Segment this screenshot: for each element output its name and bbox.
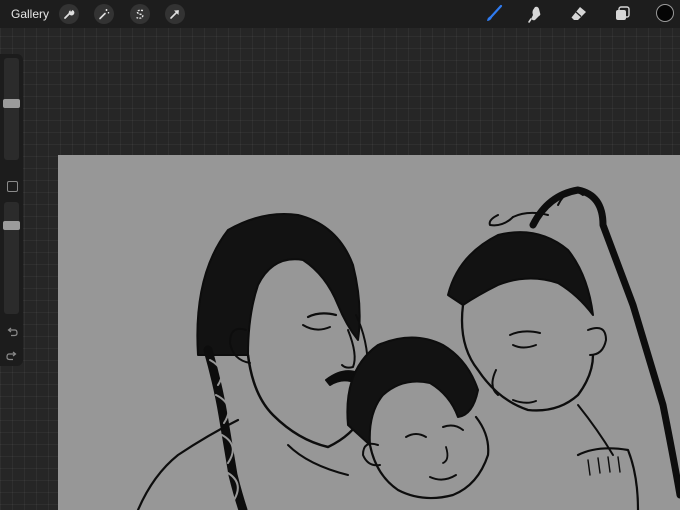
wrench-icon (64, 9, 75, 19)
brush-tool[interactable] (483, 3, 505, 25)
adjustments-button[interactable] (94, 4, 114, 24)
drawing-canvas[interactable] (58, 155, 680, 510)
eraser-icon (571, 7, 586, 20)
brush-size-slider[interactable] (3, 58, 20, 160)
brush-icon (487, 4, 503, 21)
modifier-button[interactable] (7, 181, 18, 192)
layers-button[interactable] (611, 3, 633, 25)
eraser-tool[interactable] (568, 3, 590, 25)
actions-button[interactable] (59, 4, 79, 24)
opacity-slider[interactable] (3, 202, 20, 314)
undo-button[interactable] (5, 325, 18, 338)
magic-wand-icon (99, 9, 110, 20)
side-toolbar (0, 54, 23, 366)
top-toolbar: Gallery (0, 0, 680, 28)
selection-button[interactable] (130, 4, 150, 24)
smudge-icon (528, 6, 541, 23)
gallery-button[interactable]: Gallery (11, 7, 49, 21)
line-art-sketch (136, 186, 680, 510)
redo-icon (5, 351, 16, 360)
brush-size-thumb[interactable] (3, 99, 20, 108)
redo-button[interactable] (5, 349, 18, 362)
opacity-thumb[interactable] (3, 221, 20, 230)
color-picker-button[interactable] (656, 4, 674, 22)
smudge-tool[interactable] (525, 3, 547, 25)
selection-s-icon (136, 9, 144, 19)
layers-icon (616, 6, 630, 20)
transform-arrow-icon (170, 10, 179, 19)
transform-button[interactable] (165, 4, 185, 24)
undo-icon (7, 327, 18, 336)
